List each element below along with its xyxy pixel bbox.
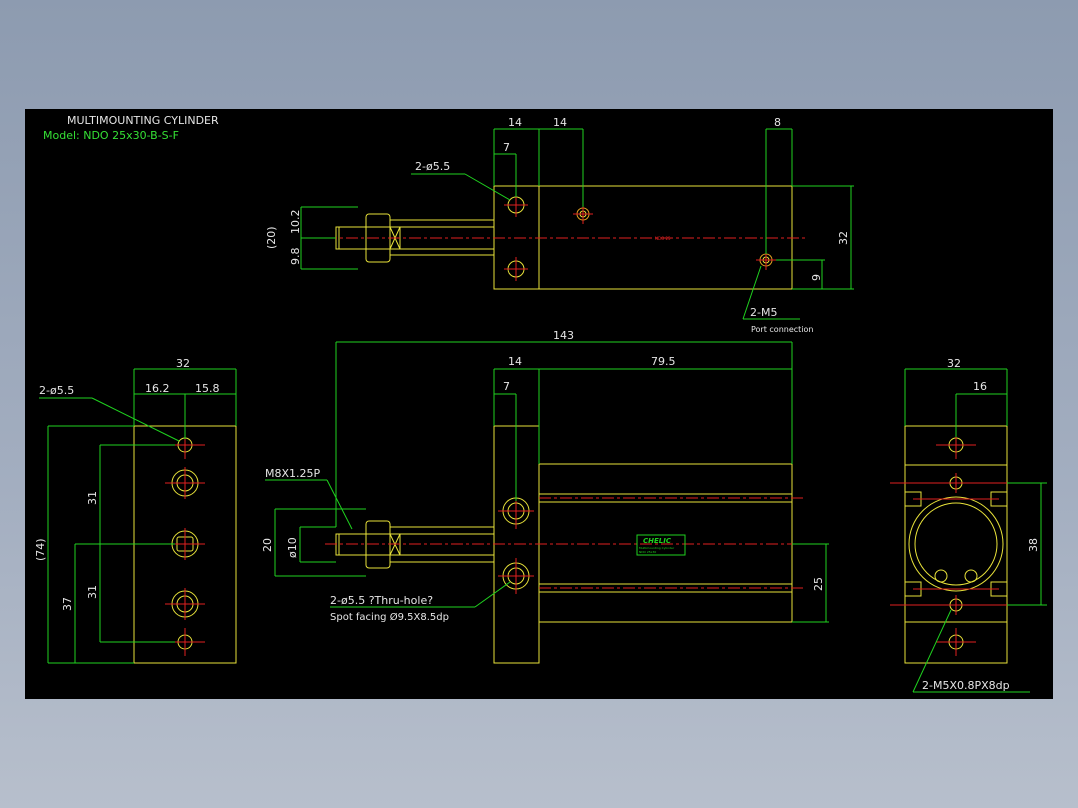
model-label: Model: NDO 25x30-B-S-F: [43, 129, 179, 142]
left-view: 32 16.2 15.8 2-ø5.5 (74) 37 31 31: [34, 357, 237, 664]
front-dim-14: 14: [508, 355, 522, 368]
body-marking: NDO 25: [655, 236, 671, 241]
front-dim-25: 25: [812, 577, 825, 591]
dim-32-top: 32: [837, 231, 850, 245]
front-dim-7: 7: [503, 380, 510, 393]
top-view: NDO 25 14 14 7 8 2-ø5.5 (20) 10.2 9.8 32: [265, 116, 854, 334]
left-dim-32: 32: [176, 357, 190, 370]
dim-79-5: 79.5: [651, 355, 676, 368]
dim-7-top: 7: [503, 141, 510, 154]
right-view: 32 16 38 2-M5X0.8PX8dp: [890, 357, 1047, 693]
left-hole-label: 2-ø5.5: [39, 384, 74, 397]
port-description: Port connection: [751, 325, 813, 334]
thread-label: M8X1.25P: [265, 467, 321, 480]
left-dim-16-2: 16.2: [145, 382, 170, 395]
dim-8-top: 8: [774, 116, 781, 129]
left-dim-31-upper: 31: [86, 491, 99, 505]
port-label: 2-M5: [750, 306, 777, 319]
left-dim-37: 37: [61, 597, 74, 611]
cad-drawing-sheet: MULTIMOUNTING CYLINDER Model: NDO 25x30-…: [25, 109, 1053, 699]
nameplate-brand: CHELIC: [643, 537, 672, 545]
right-thread-label: 2-M5X0.8PX8dp: [922, 679, 1010, 692]
left-dim-31-lower: 31: [86, 585, 99, 599]
right-dim-32: 32: [947, 357, 961, 370]
dim-20-top: (20): [265, 226, 278, 249]
right-bore-inner: [914, 502, 998, 586]
dim-9-8: 9.8: [289, 248, 302, 266]
dim-14-top-right: 14: [553, 116, 567, 129]
left-dim-15-8: 15.8: [195, 382, 220, 395]
cad-drawing: MULTIMOUNTING CYLINDER Model: NDO 25x30-…: [34, 114, 1047, 693]
dim-9-top: 9: [810, 274, 823, 281]
dim-143: 143: [553, 329, 574, 342]
dim-phi10: ø10: [286, 537, 299, 558]
top-hole-label: 2-ø5.5: [415, 160, 450, 173]
dim-10-2: 10.2: [289, 210, 302, 235]
left-dim-74: (74): [34, 538, 47, 561]
spot-hole-label: 2-ø5.5 ?Thru-hole?: [330, 594, 433, 607]
right-plate: [904, 425, 1008, 664]
right-dim-38: 38: [1027, 538, 1040, 552]
right-bore-outer: [908, 496, 1004, 592]
drawing-title: MULTIMOUNTING CYLINDER: [67, 114, 219, 127]
right-dim-16: 16: [973, 380, 987, 393]
spot-facing-label: Spot facing Ø9.5X8.5dp: [330, 611, 449, 623]
nameplate-line2: NDO 25x30: [639, 550, 656, 554]
dim-14-top-left: 14: [508, 116, 522, 129]
front-dim-20: 20: [261, 538, 274, 552]
front-view: CHELIC Multimounting Cylinder NDO 25x30 …: [261, 329, 829, 664]
